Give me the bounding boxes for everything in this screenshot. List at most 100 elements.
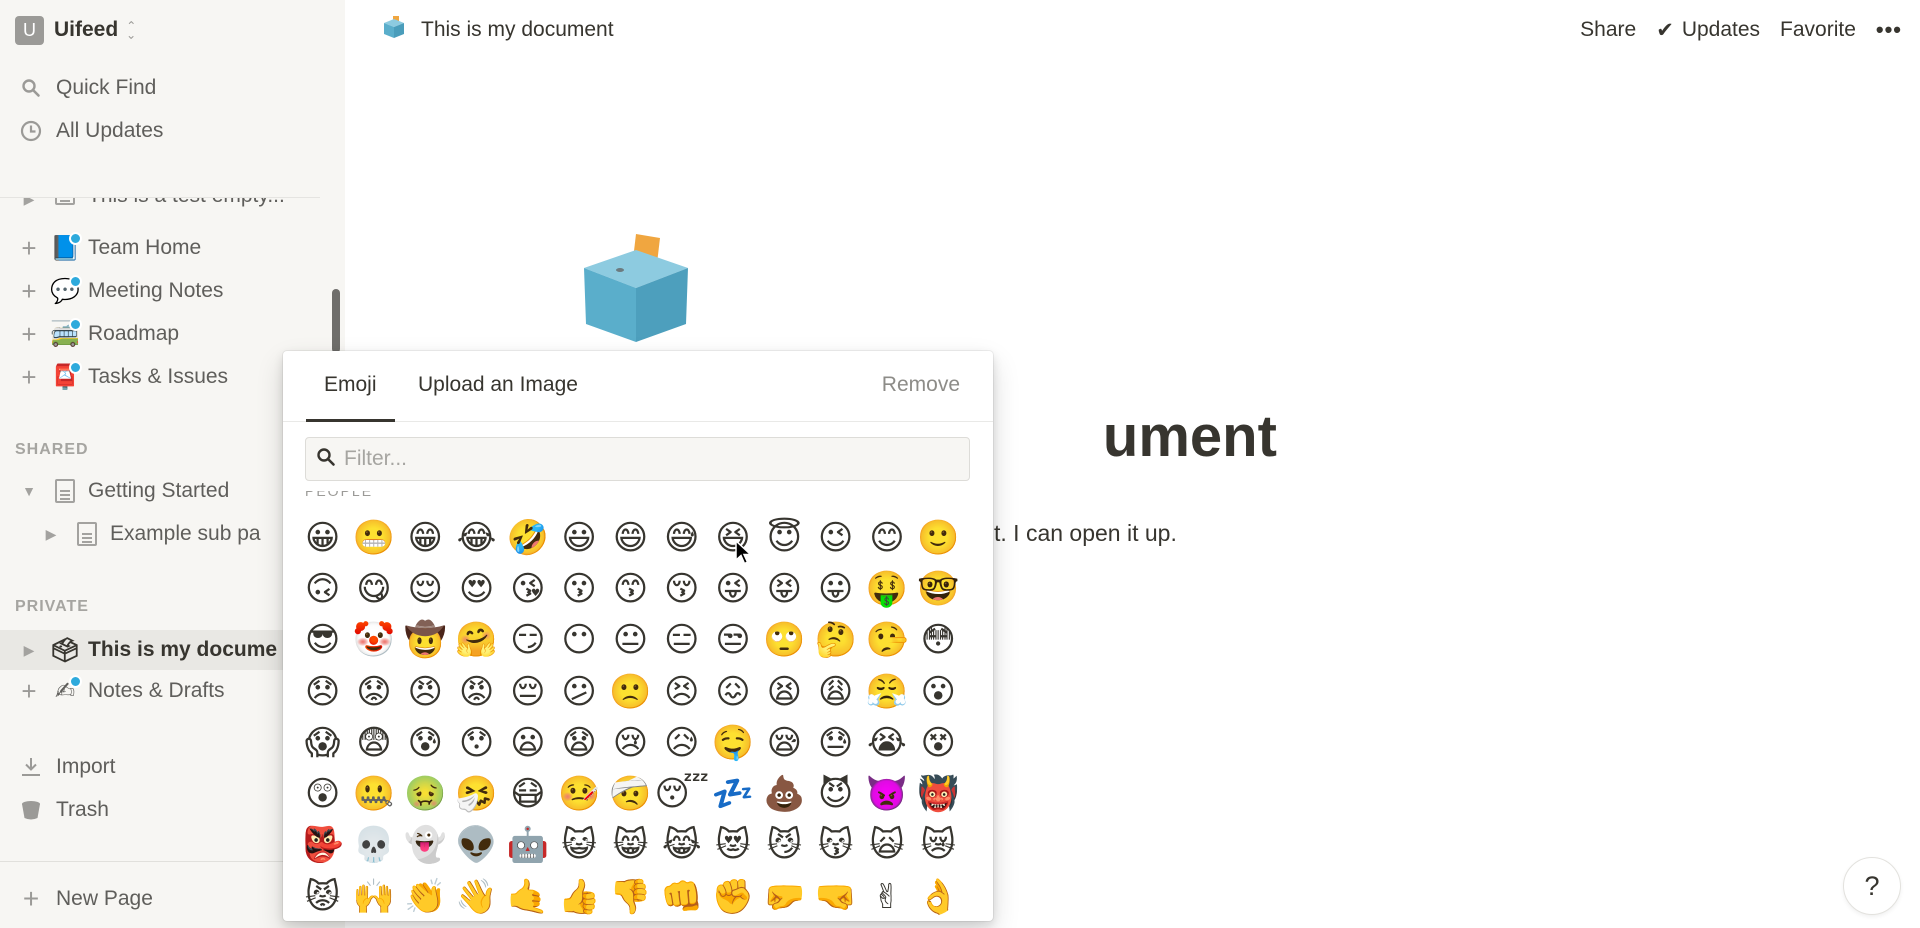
emoji-option[interactable]: 😎 <box>297 615 348 666</box>
emoji-option[interactable]: 😝 <box>759 563 810 614</box>
emoji-option[interactable]: 🤔 <box>810 615 861 666</box>
emoji-option[interactable]: 😧 <box>553 717 604 768</box>
emoji-option[interactable]: 😦 <box>502 717 553 768</box>
emoji-option[interactable]: 👍 <box>553 871 604 921</box>
emoji-option[interactable]: 😽 <box>810 820 861 871</box>
emoji-option[interactable]: 🙌 <box>348 871 399 921</box>
emoji-option[interactable]: 🤤 <box>707 717 758 768</box>
emoji-option[interactable]: 😉 <box>810 512 861 563</box>
emoji-option[interactable]: 👽 <box>451 820 502 871</box>
emoji-option[interactable]: 😰 <box>400 717 451 768</box>
emoji-option[interactable]: 😣 <box>656 666 707 717</box>
emoji-option[interactable]: 😮 <box>913 666 964 717</box>
emoji-option[interactable]: 🤕 <box>605 768 656 819</box>
sidebar-item-import[interactable]: Import <box>18 749 116 785</box>
emoji-option[interactable]: 😾 <box>297 871 348 921</box>
emoji-option[interactable]: 😯 <box>451 717 502 768</box>
emoji-option[interactable]: 😿 <box>913 820 964 871</box>
emoji-option[interactable]: 😼 <box>759 820 810 871</box>
emoji-option[interactable]: 💩 <box>759 768 810 819</box>
emoji-filter[interactable] <box>305 437 970 481</box>
expand-toggle-icon[interactable]: ▶ <box>40 526 62 543</box>
sidebar-scrollbar[interactable] <box>332 289 340 353</box>
emoji-option[interactable]: 😘 <box>502 563 553 614</box>
emoji-option[interactable]: 😫 <box>759 666 810 717</box>
emoji-option[interactable]: 😃 <box>553 512 604 563</box>
sidebar-item-quick-find[interactable]: Quick Find <box>18 70 156 106</box>
emoji-option[interactable]: 🙀 <box>861 820 912 871</box>
add-subpage-icon[interactable]: + <box>18 364 40 390</box>
emoji-option[interactable]: 👌 <box>913 871 964 921</box>
emoji-option[interactable]: 🙄 <box>759 615 810 666</box>
emoji-option[interactable]: 👊 <box>656 871 707 921</box>
emoji-option[interactable]: 😩 <box>810 666 861 717</box>
emoji-option[interactable]: 😀 <box>297 512 348 563</box>
emoji-option[interactable]: 😑 <box>656 615 707 666</box>
emoji-option[interactable]: 😐 <box>605 615 656 666</box>
emoji-option[interactable]: 😢 <box>605 717 656 768</box>
page-icon-ballot-box[interactable] <box>580 228 692 344</box>
sidebar-page-getting-started[interactable]: ▼ Getting Started <box>18 473 229 509</box>
workspace-switcher[interactable]: U Uifeed ⌃ ⌃ <box>15 14 136 46</box>
add-subpage-icon[interactable]: + <box>18 235 40 261</box>
emoji-option[interactable]: 😛 <box>810 563 861 614</box>
emoji-option[interactable]: 🙃 <box>297 563 348 614</box>
more-options-button[interactable]: ••• <box>1876 17 1902 43</box>
emoji-option[interactable]: 😶 <box>553 615 604 666</box>
emoji-option[interactable]: 🤡 <box>348 615 399 666</box>
emoji-option[interactable]: 🤜 <box>810 871 861 921</box>
emoji-option[interactable]: 😸 <box>605 820 656 871</box>
emoji-option[interactable]: 🙁 <box>605 666 656 717</box>
emoji-option[interactable]: 👿 <box>861 768 912 819</box>
emoji-option[interactable]: 😪 <box>759 717 810 768</box>
emoji-option[interactable]: 😈 <box>810 768 861 819</box>
emoji-option[interactable]: 😵 <box>913 717 964 768</box>
emoji-option[interactable]: 🤑 <box>861 563 912 614</box>
emoji-option[interactable]: 🤛 <box>759 871 810 921</box>
emoji-option[interactable]: 🤗 <box>451 615 502 666</box>
emoji-option[interactable]: 😹 <box>656 820 707 871</box>
emoji-option[interactable]: 😞 <box>297 666 348 717</box>
emoji-option[interactable]: 🤙 <box>502 871 553 921</box>
emoji-option[interactable]: 😬 <box>348 512 399 563</box>
emoji-option[interactable]: 😊 <box>861 512 912 563</box>
emoji-option[interactable]: ✊ <box>707 871 758 921</box>
emoji-option[interactable]: 😜 <box>707 563 758 614</box>
favorite-button[interactable]: Favorite <box>1780 18 1856 42</box>
emoji-option[interactable]: 🤖 <box>502 820 553 871</box>
remove-button[interactable]: Remove <box>882 373 960 397</box>
emoji-option[interactable]: 😓 <box>810 717 861 768</box>
emoji-option[interactable]: 😋 <box>348 563 399 614</box>
add-subpage-icon[interactable]: + <box>18 278 40 304</box>
emoji-option[interactable]: 🤥 <box>861 615 912 666</box>
new-page-button[interactable]: + New Page <box>18 881 153 917</box>
emoji-option[interactable]: 😡 <box>451 666 502 717</box>
emoji-option[interactable]: 😨 <box>348 717 399 768</box>
sidebar-item-all-updates[interactable]: All Updates <box>18 113 163 149</box>
emoji-option[interactable]: 😲 <box>297 768 348 819</box>
emoji-option[interactable]: 😷 <box>502 768 553 819</box>
emoji-option[interactable]: 😇 <box>759 512 810 563</box>
emoji-option[interactable]: 😏 <box>502 615 553 666</box>
tab-upload-image[interactable]: Upload an Image <box>418 373 578 397</box>
emoji-option[interactable]: 😕 <box>553 666 604 717</box>
emoji-option[interactable]: 👋 <box>451 871 502 921</box>
emoji-option[interactable]: 👺 <box>297 820 348 871</box>
add-subpage-icon[interactable]: + <box>18 321 40 347</box>
emoji-option[interactable]: 😁 <box>400 512 451 563</box>
emoji-option[interactable]: 😔 <box>502 666 553 717</box>
emoji-option[interactable]: 👏 <box>400 871 451 921</box>
emoji-option[interactable]: 😅 <box>656 512 707 563</box>
emoji-option[interactable]: 😺 <box>553 820 604 871</box>
emoji-option[interactable]: 🤢 <box>400 768 451 819</box>
emoji-filter-input[interactable] <box>344 447 944 471</box>
sidebar-item-trash[interactable]: Trash <box>18 792 109 828</box>
emoji-option[interactable]: 😄 <box>605 512 656 563</box>
emoji-option[interactable]: 💀 <box>348 820 399 871</box>
emoji-option[interactable]: 🤧 <box>451 768 502 819</box>
emoji-option[interactable]: 💤 <box>707 768 758 819</box>
emoji-option[interactable]: 🤐 <box>348 768 399 819</box>
expand-toggle-icon[interactable]: ▶ <box>18 642 40 659</box>
updates-button[interactable]: ✔ Updates <box>1656 18 1760 43</box>
sidebar-page-roadmap[interactable]: + 🚎 Roadmap <box>18 316 179 352</box>
